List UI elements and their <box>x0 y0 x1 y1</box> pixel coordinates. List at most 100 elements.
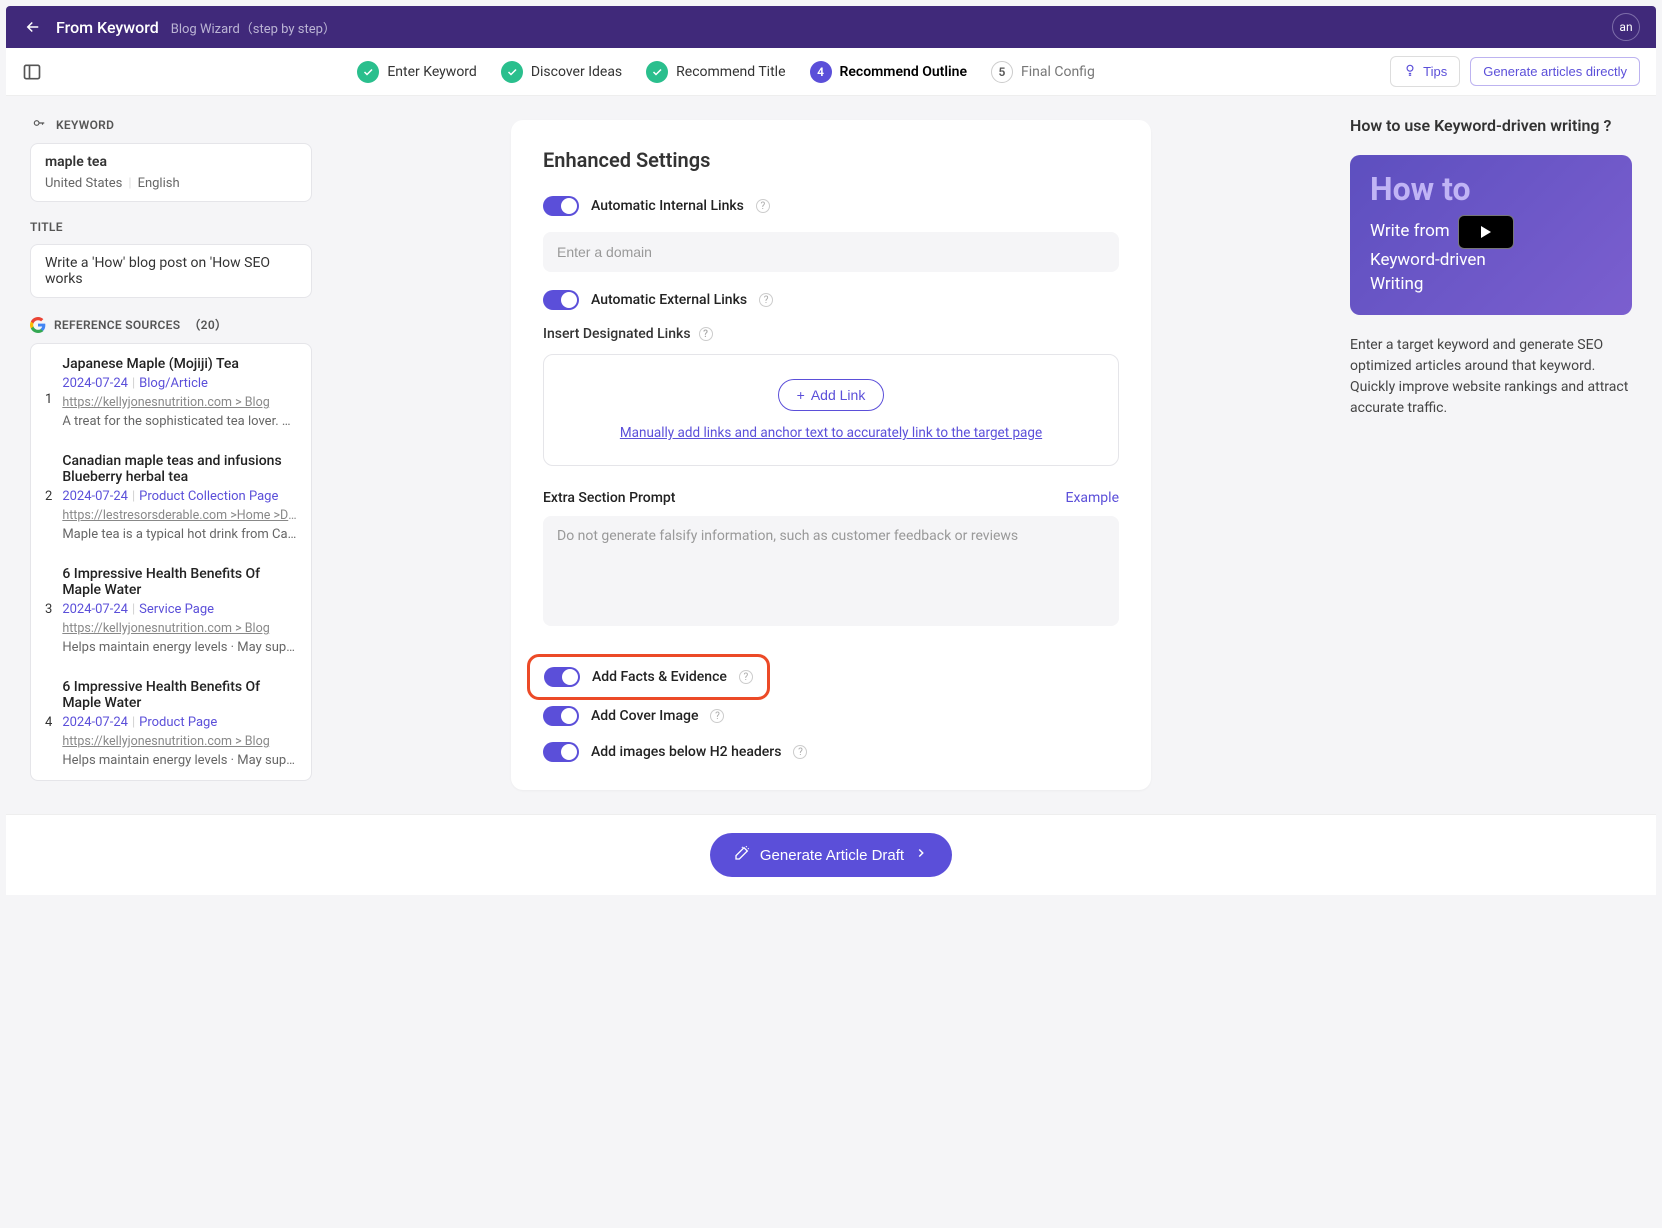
help-icon[interactable]: ? <box>699 327 713 341</box>
ref-title: Japanese Maple (Mojiji) Tea <box>62 356 297 372</box>
back-arrow-icon[interactable] <box>22 18 44 36</box>
step-label: Final Config <box>1021 64 1095 80</box>
ref-section-label: REFERENCE SOURCES（20） <box>30 316 312 333</box>
tips-label: Tips <box>1423 64 1447 79</box>
tips-button[interactable]: Tips <box>1390 56 1460 87</box>
bulb-icon <box>1403 63 1417 80</box>
panel-toggle-icon[interactable] <box>22 62 42 82</box>
ref-title: 6 Impressive Health Benefits Of Maple Wa… <box>62 679 297 711</box>
keyword-card[interactable]: maple tea United States|English <box>30 143 312 202</box>
plus-icon: + <box>797 387 805 403</box>
key-icon <box>30 116 48 133</box>
add-h2-images-label: Add images below H2 headers <box>591 744 781 760</box>
step-label: Enter Keyword <box>387 64 477 80</box>
generate-directly-label: Generate articles directly <box>1483 64 1627 79</box>
ref-desc: Helps maintain energy levels · May suppo… <box>62 753 297 768</box>
ref-date: 2024-07-24 <box>62 489 128 504</box>
header-subtitle: Blog Wizard（step by step） <box>171 18 336 37</box>
keyword-meta: United States|English <box>45 176 297 191</box>
right-sidebar: How to use Keyword-driven writing ? How … <box>1326 96 1656 814</box>
check-icon <box>501 61 523 83</box>
step-3[interactable]: Recommend Title <box>646 61 785 83</box>
card-title: Enhanced Settings <box>543 148 1119 172</box>
stepper-bar: Enter Keyword Discover Ideas Recommend Tit… <box>6 48 1656 96</box>
auto-external-row: Automatic External Links ? <box>543 290 1119 310</box>
insert-links-label: Insert Designated Links ? <box>543 326 1119 342</box>
ref-type: Blog/Article <box>139 376 208 391</box>
ref-title: 6 Impressive Health Benefits Of Maple Wa… <box>62 566 297 598</box>
auto-internal-label: Automatic Internal Links <box>591 198 744 214</box>
ref-title: Canadian maple teas and infusions Bluebe… <box>62 453 297 485</box>
ref-number: 3 <box>45 602 52 655</box>
help-icon[interactable]: ? <box>739 670 753 684</box>
step-label: Recommend Title <box>676 64 785 80</box>
add-h2-images-toggle[interactable] <box>543 742 579 762</box>
enhanced-settings-card: Enhanced Settings Automatic Internal Lin… <box>511 120 1151 790</box>
ref-number: 2 <box>45 489 52 542</box>
domain-input[interactable] <box>543 232 1119 272</box>
wand-icon <box>734 845 750 865</box>
generate-draft-button[interactable]: Generate Article Draft <box>710 833 952 877</box>
ref-desc: Helps maintain energy levels · May suppo… <box>62 640 297 655</box>
ref-number: 4 <box>45 715 52 768</box>
reference-item[interactable]: 3 6 Impressive Health Benefits Of Maple W… <box>31 554 311 667</box>
auto-internal-row: Automatic Internal Links ? <box>543 196 1119 216</box>
tutorial-video-card[interactable]: How to Write from Keyword-driven Writing <box>1350 155 1632 315</box>
chevron-right-icon <box>914 846 928 864</box>
header-title: From Keyword <box>56 18 159 37</box>
ref-desc: Maple tea is a typical hot drink from Ca… <box>62 527 297 542</box>
step-1[interactable]: Enter Keyword <box>357 61 477 83</box>
play-button[interactable] <box>1458 215 1514 249</box>
step-2[interactable]: Discover Ideas <box>501 61 622 83</box>
generate-directly-button[interactable]: Generate articles directly <box>1470 57 1640 86</box>
help-icon[interactable]: ? <box>793 745 807 759</box>
insert-links-box: + Add Link Manually add links and anchor… <box>543 354 1119 466</box>
keyword-value: maple tea <box>45 154 297 170</box>
reference-list: 1Japanese Maple (Mojiji) Tea2024-07-24|B… <box>30 343 312 781</box>
ref-desc: A treat for the sophisticated tea lover.… <box>62 414 297 429</box>
check-icon <box>646 61 668 83</box>
link-help-text[interactable]: Manually add links and anchor text to ac… <box>568 425 1094 441</box>
step-number-icon: 5 <box>991 61 1013 83</box>
reference-item[interactable]: 4 6 Impressive Health Benefits Of Maple W… <box>31 667 311 780</box>
step-5[interactable]: 5 Final Config <box>991 61 1095 83</box>
check-icon <box>357 61 379 83</box>
ref-url: https://kellyjonesnutrition.com > Blog <box>62 395 297 410</box>
left-sidebar: KEYWORD maple tea United States|English … <box>6 96 336 814</box>
help-icon[interactable]: ? <box>756 199 770 213</box>
ref-date: 2024-07-24 <box>62 715 128 730</box>
help-icon[interactable]: ? <box>759 293 773 307</box>
app-header: From Keyword Blog Wizard（step by step） a… <box>6 6 1656 48</box>
ref-number: 1 <box>45 392 52 429</box>
example-link[interactable]: Example <box>1066 490 1119 506</box>
reference-item[interactable]: 1Japanese Maple (Mojiji) Tea2024-07-24|B… <box>31 344 311 441</box>
keyword-section-label: KEYWORD <box>30 116 312 133</box>
step-4[interactable]: 4Recommend Outline <box>810 61 967 83</box>
help-icon[interactable]: ? <box>710 709 724 723</box>
ref-type: Service Page <box>139 602 214 617</box>
title-card[interactable]: Write a 'How' blog post on 'How SEO work… <box>30 244 312 298</box>
auto-external-label: Automatic External Links <box>591 292 747 308</box>
auto-external-toggle[interactable] <box>543 290 579 310</box>
add-h2-images-row: Add images below H2 headers ? <box>543 742 1119 762</box>
right-title: How to use Keyword-driven writing ? <box>1350 116 1632 135</box>
user-avatar[interactable]: an <box>1612 13 1640 41</box>
play-icon <box>1481 226 1491 238</box>
video-big-text: How to <box>1370 173 1612 205</box>
add-facts-toggle[interactable] <box>544 667 580 687</box>
add-cover-row: Add Cover Image ? <box>543 706 1119 726</box>
extra-prompt-textarea[interactable] <box>543 516 1119 626</box>
generate-draft-label: Generate Article Draft <box>760 847 904 864</box>
add-cover-label: Add Cover Image <box>591 708 698 724</box>
step-number-icon: 4 <box>810 61 832 83</box>
add-facts-label: Add Facts & Evidence <box>592 669 727 685</box>
google-icon <box>30 317 46 333</box>
add-link-button[interactable]: + Add Link <box>778 379 885 411</box>
ref-date: 2024-07-24 <box>62 602 128 617</box>
auto-internal-toggle[interactable] <box>543 196 579 216</box>
reference-item[interactable]: 2 Canadian maple teas and infusions Blueb… <box>31 441 311 554</box>
ref-type: Product Page <box>139 715 217 730</box>
add-facts-highlight: Add Facts & Evidence ? <box>527 654 770 700</box>
add-cover-toggle[interactable] <box>543 706 579 726</box>
extra-prompt-label: Extra Section Prompt <box>543 490 675 506</box>
